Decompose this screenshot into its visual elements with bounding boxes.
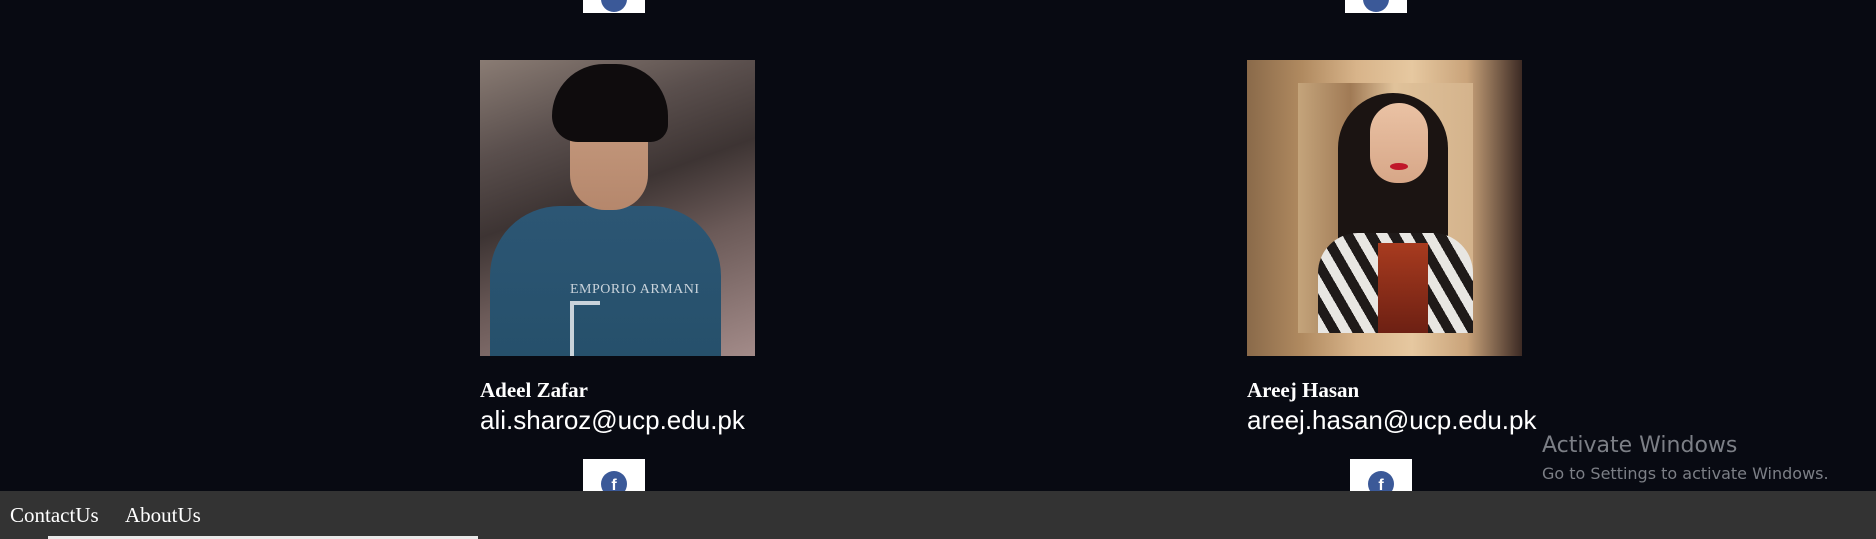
member-email: ali.sharoz@ucp.edu.pk	[480, 405, 745, 435]
photo-dress-center	[1378, 243, 1428, 333]
photo-lips	[1390, 163, 1408, 170]
facebook-link-top-left[interactable]	[583, 0, 645, 13]
shirt-print: EMPORIO ARMANI	[570, 282, 700, 297]
member-name: Areej Hasan	[1247, 378, 1360, 402]
member-card: Areej Hasan areej.hasan@ucp.edu.pk	[1247, 60, 1577, 436]
photo-frame	[1298, 83, 1473, 333]
member-name: Adeel Zafar	[480, 378, 588, 402]
photo-face	[1370, 103, 1428, 183]
watermark-title: Activate Windows	[1542, 433, 1738, 458]
activation-watermark: Activate Windows Go to Settings to activ…	[1542, 433, 1829, 483]
facebook-link-areej[interactable]: f	[1350, 459, 1412, 491]
footer-nav: ContactUs AboutUs	[0, 491, 1876, 539]
photo-hair	[552, 64, 668, 142]
facebook-icon: f	[1368, 471, 1394, 491]
watermark-subtitle: Go to Settings to activate Windows.	[1542, 464, 1829, 483]
page: EMPORIO ARMANI Adeel Zafar ali.sharoz@uc…	[0, 0, 1876, 539]
facebook-icon	[1363, 0, 1389, 12]
member-photo	[1247, 60, 1522, 356]
member-photo: EMPORIO ARMANI	[480, 60, 755, 356]
about-us-link[interactable]: AboutUs	[125, 503, 201, 528]
facebook-icon	[601, 0, 627, 12]
facebook-link-top-right[interactable]	[1345, 0, 1407, 13]
facebook-link-adeel[interactable]: f	[583, 459, 645, 491]
photo-shirt	[490, 206, 721, 356]
member-email: areej.hasan@ucp.edu.pk	[1247, 405, 1537, 435]
contact-us-link[interactable]: ContactUs	[10, 503, 99, 528]
member-card: EMPORIO ARMANI Adeel Zafar ali.sharoz@uc…	[480, 60, 810, 436]
shirt-graphic	[570, 301, 600, 356]
facebook-icon: f	[601, 471, 627, 491]
